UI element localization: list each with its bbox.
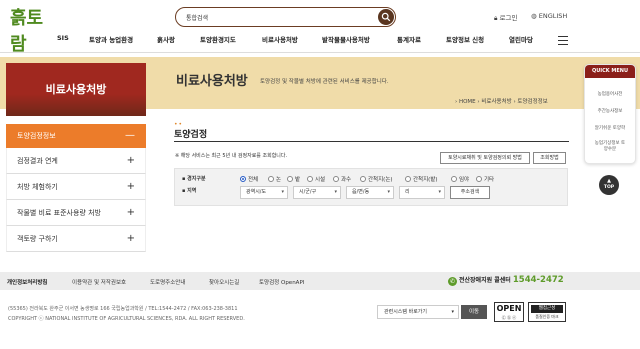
hotline-number: 1544-2472 [512,275,564,285]
english-link[interactable]: ◍ ENGLISH [531,12,567,20]
radio-other[interactable]: 기타 [476,175,494,183]
breadcrumb-section[interactable]: 비료사용처방 [481,99,511,105]
hotline: ✆ 전산장애지원 콜센터 1544-2472 [448,275,564,286]
sido-select[interactable]: 광역시/도 ▾ [240,186,288,199]
gnb-item-soil-request[interactable]: 토양정보 신청 [446,34,484,44]
footer-link-openapi[interactable]: 토양검정 OpenAPI [259,278,304,286]
divider [174,141,569,142]
arrow-up-icon: ▲ [607,178,611,184]
quick-item-soil-science[interactable]: 알기쉬운 토양학 [585,126,635,132]
label-field-type: ▪ 경지구분 [182,176,206,182]
gnb-item-sis[interactable]: SIS [57,34,69,42]
home-icon: › [455,99,458,105]
side-nav: 토양검정정보 — 검정결과 연계 + 처방 체험하기 + 작물별 비료 표준사용… [6,124,146,252]
open-license-badge: OPEN Ⓒ Ⓢ ⓝ [494,302,524,322]
gnb-item-fertilizer[interactable]: 비료사용처방 [262,34,298,44]
plus-icon: + [126,155,135,166]
chevron-down-icon: ▾ [281,189,284,195]
lock-icon: 🔒︎ [494,14,498,22]
quick-menu: QUICK MENU 농업용어사전 주간농사정보 알기쉬운 토양학 농업기상정보… [584,64,636,164]
plus-icon: + [126,207,135,218]
globe-icon: ◍ [531,12,537,20]
license-icons: Ⓒ Ⓢ ⓝ [501,315,517,320]
lnb-item-result-link[interactable]: 검정결과 연계 + [6,148,146,174]
web-accessibility-badge: 웹접근성 품질인증 마크 [528,302,566,322]
quick-item-glossary[interactable]: 농업용어사전 [585,92,635,98]
footer-link-terms[interactable]: 이용약관 및 저작권보호 [72,278,126,286]
sampling-guide-button[interactable]: 토양시료채취 및 토양검정의뢰 방법 [440,152,530,164]
lnb-item-standard-usage[interactable]: 작물별 비료 표준사용량 처방 + [6,200,146,226]
footer-link-road-address[interactable]: 도로명주소안내 [150,278,185,286]
breadcrumb-home[interactable]: HOME [459,99,476,105]
eupmyeon-select[interactable]: 읍/면/동 ▾ [346,186,394,199]
gnb-item-heuksarang[interactable]: 흙사랑 [157,34,175,44]
chevron-down-icon: ▾ [438,189,441,195]
breadcrumb: › HOME › 비료사용처방 › 토양검정정보 [455,99,548,105]
page-title: 비료사용처방 [176,74,248,89]
gnb-item-open-forum[interactable]: 열린마당 [509,34,533,44]
radio-forest[interactable]: 임야 [451,175,469,183]
lnb-item-soil-test-info[interactable]: 토양검정정보 — [6,124,146,148]
lnb-title-box: 비료사용처방 [6,63,146,116]
radio-paddy[interactable]: 논 [268,175,281,183]
divider [0,52,640,53]
content-title: 토양검정 [174,130,208,140]
site-logo[interactable]: 흙토람 [10,6,50,55]
search-box [175,7,396,27]
chevron-down-icon: ▾ [451,309,454,315]
gnb-item-upland-water[interactable]: 밭작물물사용처방 [322,34,370,44]
radio-field[interactable]: 밭 [287,175,300,183]
quick-menu-title: QUICK MENU [585,65,635,78]
search-button[interactable] [378,9,394,25]
footer-address: (55365) 전라북도 완주군 이서면 농생명로 166 국립농업과학원 / … [8,306,238,312]
plus-icon: + [126,233,135,244]
chevron-down-icon: ▾ [334,189,337,195]
menu-icon[interactable] [558,36,568,45]
address-search-button[interactable]: 주소검색 [450,186,490,199]
notice-text: ※ 해당 서비스는 최근 5년 내 검정자료를 조회합니다. [175,153,288,159]
radio-reclaimed-paddy[interactable]: 간척지(논) [360,175,393,183]
global-nav: SIS 토양과 농업환경 흙사랑 토양환경지도 비료사용처방 밭작물물사용처방 … [0,34,640,48]
go-button[interactable]: 이동 [461,305,487,319]
radio-all[interactable]: 전체 [240,175,258,183]
breadcrumb-current: 토양검정정보 [517,99,548,105]
radio-orchard[interactable]: 과수 [333,175,351,183]
label-region: ▪ 지역 [182,188,197,194]
gnb-item-soil-environment[interactable]: 토양과 농업환경 [89,34,133,44]
view-method-button[interactable]: 조회방법 [533,152,566,164]
minus-icon: — [125,130,135,141]
lnb-item-soil-dressing[interactable]: 객토량 구하기 + [6,226,146,252]
login-link[interactable]: 🔒︎ 로그인 [494,12,518,23]
related-sites-select[interactable]: 관련시스템 바로가기 ▾ [377,305,459,319]
ri-select[interactable]: 리 ▾ [399,186,445,199]
footer-link-directions[interactable]: 찾아오시는길 [209,278,239,286]
search-input[interactable] [186,10,366,24]
page-description: 토양검정 및 작물별 처방에 관련된 서비스를 제공합니다. [260,79,389,85]
lnb-title: 비료사용처방 [45,83,107,96]
chevron-down-icon: ▾ [387,189,390,195]
gnb-item-soil-map[interactable]: 토양환경지도 [200,34,236,44]
plus-icon: + [126,181,135,192]
search-icon [381,12,391,22]
radio-reclaimed-field[interactable]: 간척지(밭) [405,175,438,183]
sigungu-select[interactable]: 시/군/구 ▾ [293,186,341,199]
footer-copyright: COPYRIGHT ⓒ NATIONAL INSTITUTE OF AGRICU… [8,316,245,322]
radio-greenhouse[interactable]: 시설 [307,175,325,183]
quick-item-weekly-info[interactable]: 주간농사정보 [585,109,635,115]
scroll-top-button[interactable]: ▲ TOP [599,175,619,195]
footer-link-privacy[interactable]: 개인정보처리방침 [7,278,47,286]
quick-item-weather-moisture[interactable]: 농업기상정보 토양수분 [585,141,635,153]
phone-icon: ✆ [448,277,457,286]
lnb-item-prescription-trial[interactable]: 처방 체험하기 + [6,174,146,200]
gnb-item-statistics[interactable]: 통계자료 [397,34,421,44]
